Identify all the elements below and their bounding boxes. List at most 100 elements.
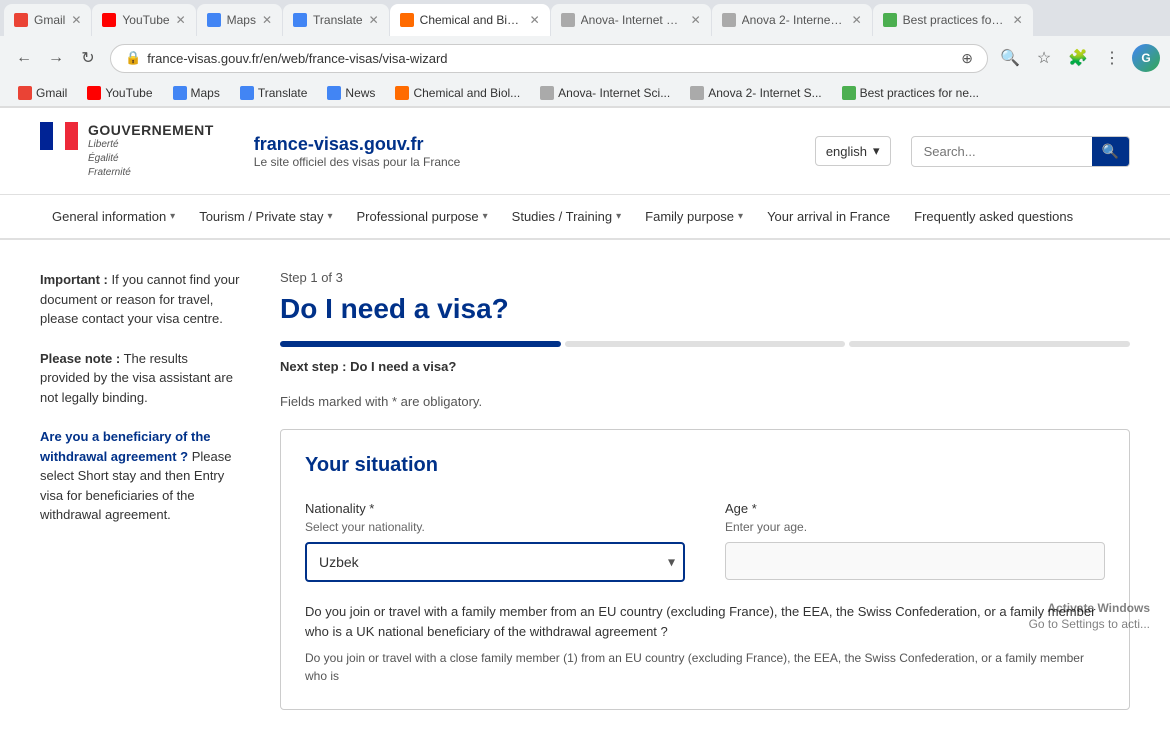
tab-label-anova1: Anova- Internet Sci...	[581, 13, 685, 27]
bookmark-label-chemical: Chemical and Biol...	[413, 86, 520, 100]
bookmark-maps[interactable]: Maps	[165, 83, 228, 103]
bookmarks-bar: Gmail YouTube Maps Translate News Chemic…	[0, 80, 1170, 107]
nav-item-arrival[interactable]: Your arrival in France	[755, 195, 902, 238]
address-bar[interactable]: 🔒 france-visas.gouv.fr/en/web/france-vis…	[110, 44, 988, 73]
tab-best[interactable]: Best practices for ne... ✕	[873, 4, 1033, 36]
sidebar-beneficiary: Are you a beneficiary of the withdrawal …	[40, 427, 240, 525]
nav-item-faq[interactable]: Frequently asked questions	[902, 195, 1085, 238]
nationality-label: Nationality *	[305, 501, 685, 516]
tab-chemical[interactable]: Chemical and Bio... ✕	[390, 4, 550, 36]
tab-favicon-anova2	[722, 13, 736, 27]
bookmark-gmail[interactable]: Gmail	[10, 83, 75, 103]
nationality-sublabel: Select your nationality.	[305, 520, 685, 534]
nav-item-tourism[interactable]: Tourism / Private stay ▾	[187, 195, 344, 238]
translate-page-icon[interactable]: ⊕	[961, 50, 973, 67]
progress-segment-1	[280, 341, 561, 347]
nationality-select[interactable]: Uzbek	[305, 542, 685, 582]
menu-icon[interactable]: ⋮	[1098, 44, 1126, 72]
lock-icon: 🔒	[125, 50, 141, 66]
nationality-select-wrapper: Uzbek ▾	[305, 542, 685, 582]
tab-label-translate: Translate	[313, 13, 363, 27]
bookmark-anova1[interactable]: Anova- Internet Sci...	[532, 83, 678, 103]
main-nav: General information ▾ Tourism / Private …	[0, 195, 1170, 240]
chevron-down-icon: ▾	[170, 211, 175, 222]
tab-favicon-translate	[293, 13, 307, 27]
tab-favicon-anova1	[561, 13, 575, 27]
form-group-nationality: Nationality * Select your nationality. U…	[305, 501, 685, 582]
tab-favicon-maps	[207, 13, 221, 27]
nav-item-professional[interactable]: Professional purpose ▾	[345, 195, 500, 238]
search-box: 🔍	[911, 136, 1130, 167]
tab-close-translate[interactable]: ✕	[369, 13, 379, 27]
tab-translate[interactable]: Translate ✕	[283, 4, 389, 36]
bookmark-label-gmail: Gmail	[36, 86, 67, 100]
tab-close-gmail[interactable]: ✕	[71, 13, 81, 27]
tab-favicon-best	[883, 13, 897, 27]
back-icon[interactable]: ←	[10, 44, 38, 72]
tab-label-best: Best practices for ne...	[903, 13, 1007, 27]
form-group-age: Age * Enter your age.	[725, 501, 1105, 582]
language-selector[interactable]: english ▾	[815, 136, 891, 166]
search-button[interactable]: 🔍	[1092, 137, 1129, 166]
lang-chevron-icon: ▾	[873, 143, 880, 159]
address-bar-url[interactable]: france-visas.gouv.fr/en/web/france-visas…	[147, 51, 955, 66]
tab-favicon-gmail	[14, 13, 28, 27]
eu-travel-sub: Do you join or travel with a close famil…	[305, 649, 1105, 685]
tab-close-best[interactable]: ✕	[1013, 13, 1023, 27]
nav-item-studies[interactable]: Studies / Training ▾	[500, 195, 633, 238]
tab-close-chemical[interactable]: ✕	[530, 13, 540, 27]
bookmark-translate[interactable]: Translate	[232, 83, 316, 103]
progress-segment-2	[565, 341, 846, 347]
tab-gmail[interactable]: Gmail ✕	[4, 4, 91, 36]
tab-anova2[interactable]: Anova 2- Internet S... ✕	[712, 4, 872, 36]
tab-anova1[interactable]: Anova- Internet Sci... ✕	[551, 4, 711, 36]
progress-bar	[280, 341, 1130, 347]
tab-youtube[interactable]: YouTube ✕	[92, 4, 195, 36]
bookmark-anova2[interactable]: Anova 2- Internet S...	[682, 83, 829, 103]
search-labs-icon[interactable]: 🔍	[996, 44, 1024, 72]
bookmark-label-translate: Translate	[258, 86, 308, 100]
tab-close-youtube[interactable]: ✕	[176, 13, 186, 27]
age-input[interactable]	[725, 542, 1105, 580]
search-input[interactable]	[912, 138, 1092, 165]
chevron-down-icon: ▾	[483, 211, 488, 222]
french-flag-icon	[40, 122, 78, 150]
step-label: Step 1 of 3	[280, 270, 1130, 285]
bookmark-news[interactable]: News	[319, 83, 383, 103]
bookmark-best[interactable]: Best practices for ne...	[834, 83, 987, 103]
bookmark-chemical[interactable]: Chemical and Biol...	[387, 83, 528, 103]
site-header: GOUVERNEMENT Liberté Égalité Fraternité …	[0, 108, 1170, 195]
eu-travel-question: Do you join or travel with a family memb…	[305, 602, 1105, 641]
tab-label-gmail: Gmail	[34, 13, 65, 27]
reload-icon[interactable]: ↻	[74, 44, 102, 72]
govt-text: GOUVERNEMENT Liberté Égalité Fraternité	[88, 122, 214, 180]
page-title: Do I need a visa?	[280, 293, 1130, 325]
nav-item-family[interactable]: Family purpose ▾	[633, 195, 755, 238]
bookmark-label-youtube: YouTube	[105, 86, 152, 100]
bookmark-favicon-maps	[173, 86, 187, 100]
browser-nav-icons: ← → ↻	[10, 44, 102, 72]
bookmark-favicon-news	[327, 86, 341, 100]
progress-segment-3	[849, 341, 1130, 347]
bookmark-favicon-best	[842, 86, 856, 100]
profile-avatar[interactable]: G	[1132, 44, 1160, 72]
content-area: Important : If you cannot find your docu…	[0, 240, 1170, 740]
tab-close-anova2[interactable]: ✕	[852, 13, 862, 27]
bookmark-youtube[interactable]: YouTube	[79, 83, 160, 103]
tabs-bar: Gmail ✕ YouTube ✕ Maps ✕ Translate ✕ Che…	[0, 0, 1170, 36]
sidebar-important: Important : If you cannot find your docu…	[40, 270, 240, 329]
tab-maps[interactable]: Maps ✕	[197, 4, 282, 36]
tab-label-anova2: Anova 2- Internet S...	[742, 13, 846, 27]
site-brand-tagline: Le site officiel des visas pour la Franc…	[254, 155, 775, 169]
govt-logo: GOUVERNEMENT Liberté Égalité Fraternité	[40, 122, 214, 180]
tab-close-anova1[interactable]: ✕	[691, 13, 701, 27]
extensions-icon[interactable]: 🧩	[1064, 44, 1092, 72]
tab-close-maps[interactable]: ✕	[262, 13, 272, 27]
form-card: Your situation Nationality * Select your…	[280, 429, 1130, 710]
sidebar: Important : If you cannot find your docu…	[40, 270, 240, 710]
bookmark-icon[interactable]: ☆	[1030, 44, 1058, 72]
browser-actions: 🔍 ☆ 🧩 ⋮ G	[996, 44, 1160, 72]
nav-item-general[interactable]: General information ▾	[40, 195, 187, 238]
tab-favicon-chemical	[400, 13, 414, 27]
forward-icon[interactable]: →	[42, 44, 70, 72]
